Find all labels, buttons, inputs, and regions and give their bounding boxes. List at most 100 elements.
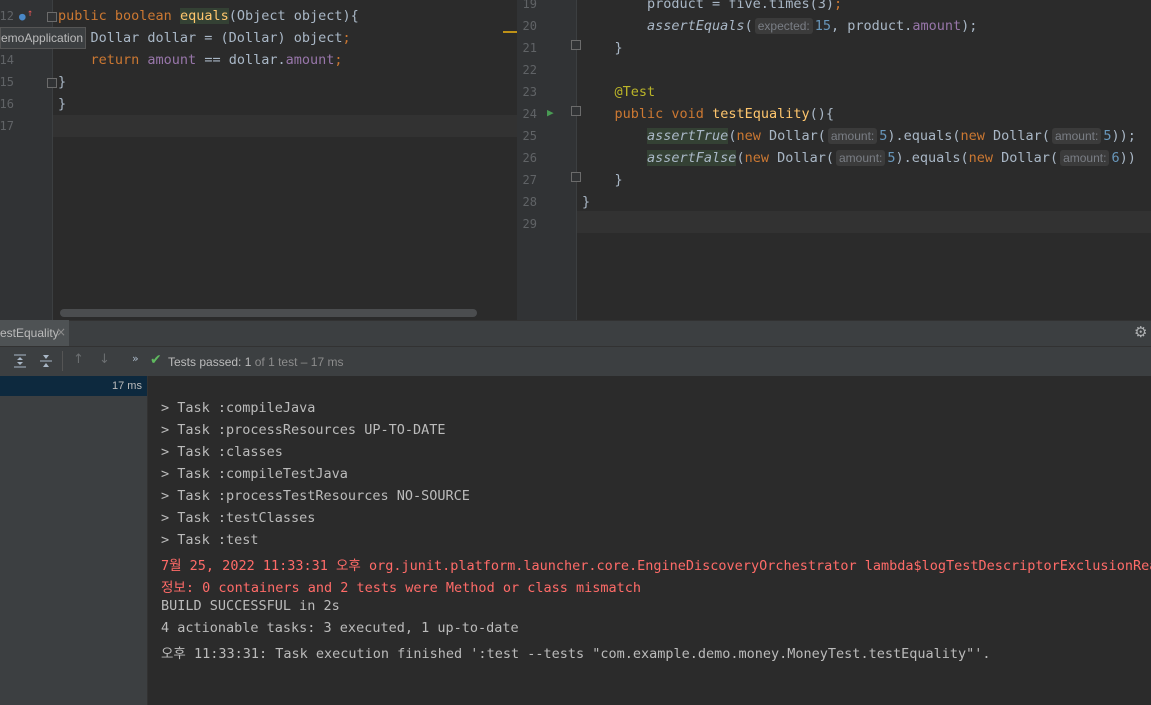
console-line: 오후 11:33:31: Task execution finished ':t… (161, 646, 991, 662)
line-number: 15 (0, 75, 14, 89)
collapse-all-icon[interactable] (38, 353, 54, 369)
tests-status: Tests passed: 1 of 1 test – 17 ms (168, 355, 344, 369)
code-token: } (582, 40, 623, 56)
run-test-icon[interactable]: ▶ (547, 106, 554, 119)
code-token: } (582, 172, 623, 188)
line-number: 21 (522, 41, 537, 55)
code-token: public (614, 106, 672, 122)
code-line[interactable]: @Test (582, 81, 656, 103)
code-line[interactable]: } (582, 37, 623, 59)
console-line: > Task :test (161, 532, 259, 548)
code-token: } (58, 74, 67, 90)
code-line[interactable]: } (582, 169, 623, 191)
code-token: new (736, 128, 769, 144)
line-number: 25 (522, 129, 537, 143)
code-line[interactable]: Dollar dollar = (Dollar) object; (58, 27, 351, 49)
code-token: ( (736, 150, 745, 166)
code-token: product = five.times(3) (582, 0, 834, 12)
check-icon: ✔ (150, 352, 162, 368)
line-number: 17 (0, 119, 14, 133)
code-line[interactable]: public void testEquality(){ (582, 103, 834, 125)
console-line: > Task :classes (161, 444, 283, 460)
code-token: Dollar( (777, 150, 834, 166)
code-token: (Object object){ (228, 8, 359, 24)
warning-marker[interactable] (503, 31, 517, 33)
code-token: return (90, 52, 148, 68)
console-line: > Task :compileTestJava (161, 466, 348, 482)
code-token: ).equals( (895, 150, 969, 166)
close-icon[interactable]: × (56, 325, 66, 339)
line-number: 28 (522, 195, 537, 209)
console-line: 정보: 0 containers and 2 tests were Method… (161, 580, 641, 596)
line-number: 19 (522, 0, 537, 11)
fold-icon[interactable] (47, 78, 57, 88)
code-token: @Test (614, 84, 656, 100)
code-token: assertTrue (647, 128, 729, 144)
console-line: 7월 25, 2022 11:33:31 오후 org.junit.platfo… (161, 558, 1151, 574)
console-line: > Task :processTestResources NO-SOURCE (161, 488, 470, 504)
code-token: assertEquals (647, 18, 745, 34)
code-token: } (58, 96, 67, 112)
code-line[interactable]: assertTrue(new Dollar(amount: 5).equals(n… (582, 125, 1136, 147)
code-token: boolean (114, 8, 180, 24)
arrow-up-icon[interactable]: ↑ (73, 352, 84, 367)
line-number: 12 (0, 9, 14, 23)
code-token: ); (961, 18, 978, 34)
fold-icon[interactable] (571, 172, 581, 182)
parameter-hint: amount: (836, 150, 886, 166)
code-token: amount (147, 52, 197, 68)
test-tree[interactable] (0, 376, 148, 705)
code-line[interactable]: } (58, 71, 66, 93)
code-token: (){ (809, 106, 834, 122)
code-token: 15 (814, 18, 832, 34)
code-token: } (582, 194, 591, 210)
console-line: BUILD SUCCESSFUL in 2s (161, 598, 340, 614)
code-token: new (960, 128, 994, 144)
line-number: 14 (0, 53, 14, 67)
code-line[interactable]: } (58, 93, 66, 115)
code-token: amount (285, 52, 335, 68)
code-line[interactable]: assertEquals(expected: 15, product.amount… (582, 15, 977, 37)
fold-icon[interactable] (47, 12, 57, 22)
code-token: assertFalse (647, 150, 737, 166)
code-token: )); (1111, 128, 1136, 144)
arrow-down-icon[interactable]: ↓ (99, 352, 110, 367)
implements-icon[interactable]: ● (19, 10, 26, 23)
code-token: ( (744, 18, 753, 34)
run-tab-label: estEquality (0, 326, 59, 340)
code-line[interactable]: return amount == dollar.amount; (58, 49, 343, 71)
fold-icon[interactable] (571, 40, 581, 50)
code-line[interactable]: assertFalse(new Dollar(amount: 5).equals(… (582, 147, 1136, 169)
code-line[interactable]: } (582, 191, 590, 213)
current-line-highlight (577, 211, 1151, 233)
code-token: Dollar( (1001, 150, 1059, 166)
code-token: amount (912, 18, 962, 34)
parameter-hint: amount: (1051, 128, 1102, 144)
horizontal-scrollbar[interactable] (60, 309, 477, 317)
line-number: 27 (522, 173, 537, 187)
line-number: 26 (522, 151, 537, 165)
double-chevron-icon[interactable]: » (132, 352, 139, 365)
console-line: > Task :testClasses (161, 510, 316, 526)
expand-all-icon[interactable] (12, 353, 28, 369)
code-line[interactable]: product = five.times(3); (582, 0, 842, 15)
code-line[interactable]: public boolean equals(Object object){ (58, 5, 359, 27)
hover-tooltip: emoApplication (0, 27, 87, 49)
code-token: public (58, 8, 115, 24)
code-token: 5 (887, 150, 896, 166)
code-token: new (744, 150, 778, 166)
code-token: )) (1119, 150, 1136, 166)
gear-icon[interactable]: ⚙ (1134, 323, 1147, 341)
fold-icon[interactable] (571, 106, 581, 116)
code-token: Dollar( (993, 128, 1050, 144)
console-line: > Task :processResources UP-TO-DATE (161, 422, 446, 438)
code-token: equals (179, 8, 229, 24)
code-token: 6 (1111, 150, 1120, 166)
override-arrow-icon[interactable]: ↑ (27, 8, 33, 19)
line-number: 22 (522, 63, 537, 77)
tree-row-time: 17 ms (112, 380, 142, 392)
